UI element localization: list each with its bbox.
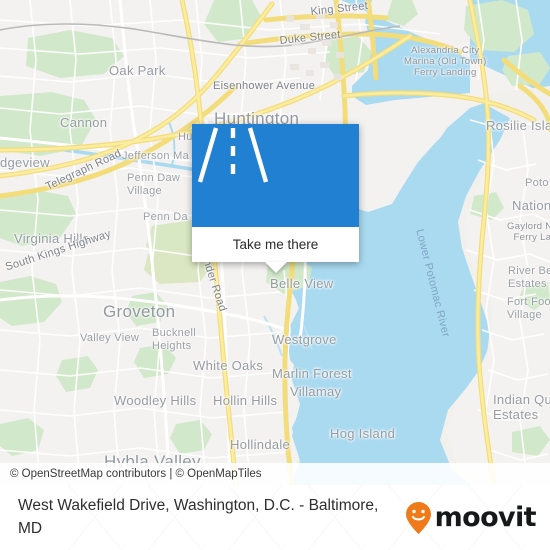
map-canvas[interactable]: King Street Duke Street Alexandria City Mar… [0,0,550,485]
map-attribution-bar: © OpenStreetMap contributors | © OpenMap… [0,463,550,485]
popup-image-header [192,124,359,227]
popup-pointer-tail [264,262,287,273]
screenshot-root: King Street Duke Street Alexandria City Mar… [0,0,550,550]
road-ahead-icon [197,127,269,183]
popup-action-row[interactable]: Take me there [192,227,359,262]
destination-popup-card[interactable]: Take me there [192,124,359,273]
take-me-there-label: Take me there [232,237,319,252]
moovit-wordmark: moovit [434,502,537,533]
page-title: West Wakefield Drive, Washington, D.C. -… [18,497,379,537]
moovit-pin-smile-icon [405,501,431,534]
footer-bar: West Wakefield Drive, Washington, D.C. -… [0,485,550,550]
moovit-logo[interactable]: moovit [405,501,537,535]
attribution-text[interactable]: © OpenStreetMap contributors | © OpenMap… [0,468,262,480]
